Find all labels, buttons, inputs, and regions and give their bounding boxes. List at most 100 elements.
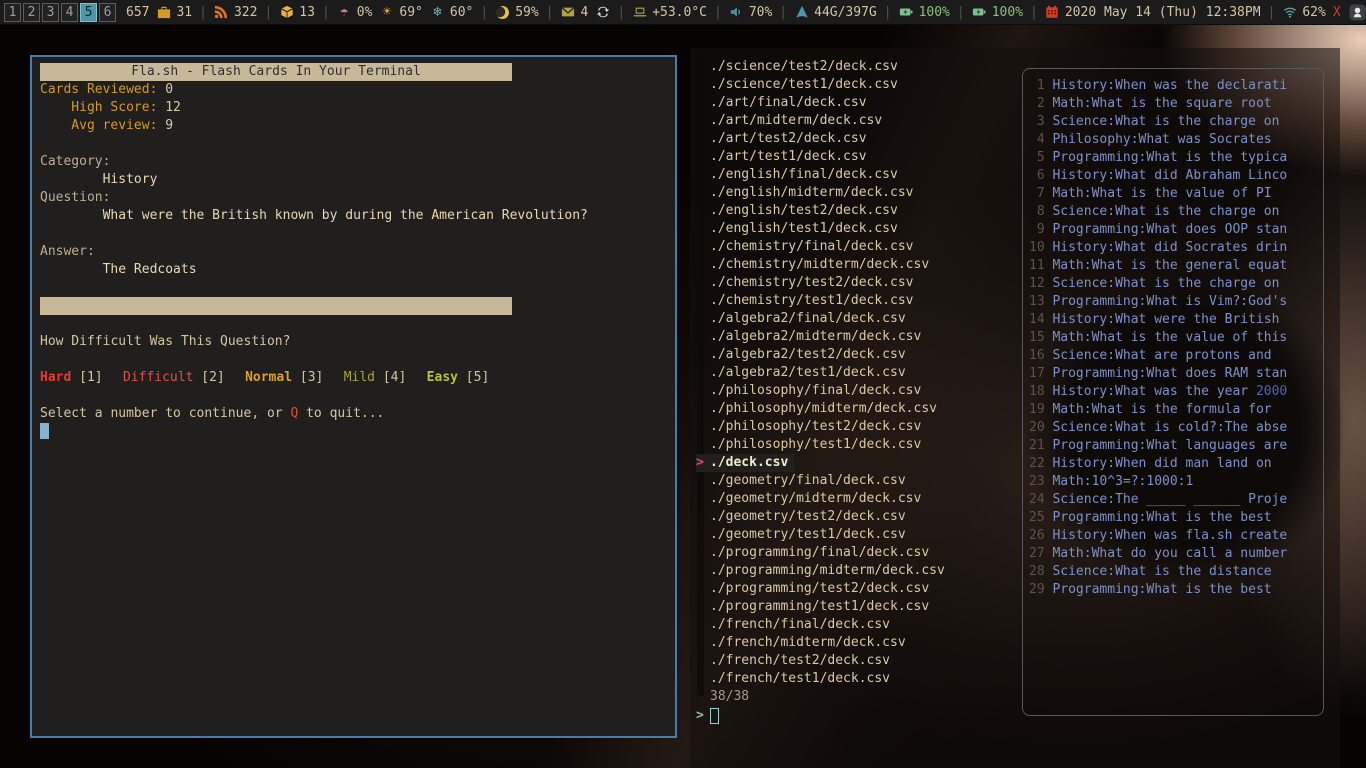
file-row[interactable]: ./chemistry/test1/deck.csv [696,292,945,310]
selection-pointer [696,328,710,346]
file-row[interactable]: ./french/test1/deck.csv [696,670,945,688]
file-row[interactable]: ./algebra2/final/deck.csv [696,310,945,328]
difficulty-option-hard[interactable]: Hard [1] [40,369,103,387]
file-row-selected[interactable]: >./deck.csv [696,454,945,472]
file-row[interactable]: ./philosophy/final/deck.csv [696,382,945,400]
file-row[interactable]: ./algebra2/midterm/deck.csv [696,328,945,346]
file-row[interactable]: ./programming/midterm/deck.csv [696,562,945,580]
workspace-button-1[interactable]: 1 [4,3,21,22]
file-row[interactable]: ./art/midterm/deck.csv [696,112,945,130]
stat-row: High Score:12 [40,99,667,117]
search-prompt[interactable]: > [696,706,945,726]
difficulty-option-normal[interactable]: Normal [3] [245,369,323,387]
file-row[interactable]: ./programming/final/deck.csv [696,544,945,562]
terminal-cursor [40,423,49,439]
preview-line-number: 2 [1029,95,1045,113]
file-row[interactable]: ./french/midterm/deck.csv [696,634,945,652]
preview-line-number: 14 [1029,311,1045,329]
preview-line: 2Math:What is the square root [1029,95,1317,113]
file-row[interactable]: ./chemistry/test2/deck.csv [696,274,945,292]
bar-divider: | [707,5,729,20]
answer-label: Answer: [40,243,667,261]
file-row[interactable]: ./programming/test1/deck.csv [696,598,945,616]
file-row[interactable]: ./english/test2/deck.csv [696,202,945,220]
file-row[interactable]: ./english/midterm/deck.csv [696,184,945,202]
battery-icon [899,5,914,20]
file-row[interactable]: ./science/test1/deck.csv [696,76,945,94]
status-text: X [1333,5,1341,20]
file-row[interactable]: ./art/test2/deck.csv [696,130,945,148]
difficulty-options: Hard [1] Difficult [2] Normal [3] Mild [4] E… [40,369,667,387]
speaker-icon [729,5,744,20]
file-name: ./philosophy/test2/deck.csv [710,418,921,436]
workspace-button-3[interactable]: 3 [42,3,59,22]
file-name: ./art/midterm/deck.csv [710,112,882,130]
preview-line-text: Math:10^3=?:1000:1 [1052,473,1193,491]
file-row[interactable]: ./art/test1/deck.csv [696,148,945,166]
file-row[interactable]: ./philosophy/midterm/deck.csv [696,400,945,418]
workspace-switcher: 123456 [0,3,120,22]
difficulty-option-mild[interactable]: Mild [4] [344,369,407,387]
preview-line-text: Math:What is the formula for [1052,401,1271,419]
arch-icon [794,5,809,20]
file-row[interactable]: ./science/test2/deck.csv [696,58,945,76]
package-icon [279,5,294,20]
status-segment: 4 [561,5,611,20]
preview-line-text: Programming:What does RAM stan [1052,365,1287,383]
preview-line: 11Math:What is the general equat [1029,257,1317,275]
file-name: ./programming/test1/deck.csv [710,598,929,616]
preview-line-number: 20 [1029,419,1045,437]
file-row[interactable]: ./english/final/deck.csv [696,166,945,184]
status-text: +53.0°C [652,5,707,20]
selection-pointer [696,490,710,508]
file-row[interactable]: ./algebra2/test2/deck.csv [696,346,945,364]
file-row[interactable]: ./french/final/deck.csv [696,616,945,634]
difficulty-option-easy[interactable]: Easy [5] [427,369,490,387]
file-row[interactable]: ./french/test2/deck.csv [696,652,945,670]
preview-line-number: 10 [1029,239,1045,257]
preview-line-number: 24 [1029,491,1045,509]
file-row[interactable]: ./programming/test2/deck.csv [696,580,945,598]
file-row[interactable]: ./algebra2/test1/deck.csv [696,364,945,382]
workspace-button-6[interactable]: 6 [99,3,116,22]
stat-value: 9 [165,117,173,135]
file-name: ./french/final/deck.csv [710,616,890,634]
category-label: Category: [40,153,667,171]
selection-pointer [696,256,710,274]
file-row[interactable]: ./art/final/deck.csv [696,94,945,112]
selection-pointer [696,418,710,436]
bar-divider: | [192,5,214,20]
file-row[interactable]: ./philosophy/test2/deck.csv [696,418,945,436]
bar-divider: | [473,5,495,20]
status-text: 100% [992,5,1023,20]
file-name: ./english/test1/deck.csv [710,220,898,238]
file-row[interactable]: ./geometry/midterm/deck.csv [696,490,945,508]
preview-line-text: Science:What is cold?:The abse [1052,419,1287,437]
preview-line-number: 15 [1029,329,1045,347]
file-row[interactable]: ./chemistry/final/deck.csv [696,238,945,256]
workspace-button-2[interactable]: 2 [23,3,40,22]
file-name: ./french/midterm/deck.csv [710,634,906,652]
tray-display-icon[interactable] [1349,4,1366,21]
preview-line-text: Science:What is the distance [1052,563,1271,581]
preview-line-number: 26 [1029,527,1045,545]
workspace-button-5[interactable]: 5 [80,3,97,22]
search-cursor [710,708,719,724]
file-row[interactable]: ./chemistry/midterm/deck.csv [696,256,945,274]
briefcase-icon [156,5,171,20]
workspace-button-4[interactable]: 4 [61,3,78,22]
preview-line-text: Science:What are protons and [1052,347,1271,365]
file-name: ./science/test1/deck.csv [710,76,898,94]
file-row[interactable]: ./geometry/test1/deck.csv [696,526,945,544]
file-row[interactable]: ./english/test1/deck.csv [696,220,945,238]
file-row[interactable]: ./geometry/test2/deck.csv [696,508,945,526]
system-tray [1349,4,1366,21]
preview-line-number: 7 [1029,185,1045,203]
selection-pointer [696,526,710,544]
file-name: ./chemistry/test1/deck.csv [710,292,914,310]
file-name: ./philosophy/final/deck.csv [710,382,921,400]
file-row[interactable]: ./geometry/final/deck.csv [696,472,945,490]
file-row[interactable]: ./philosophy/test1/deck.csv [696,436,945,454]
difficulty-option-difficult[interactable]: Difficult [2] [123,369,225,387]
calendar-icon [1045,5,1060,20]
